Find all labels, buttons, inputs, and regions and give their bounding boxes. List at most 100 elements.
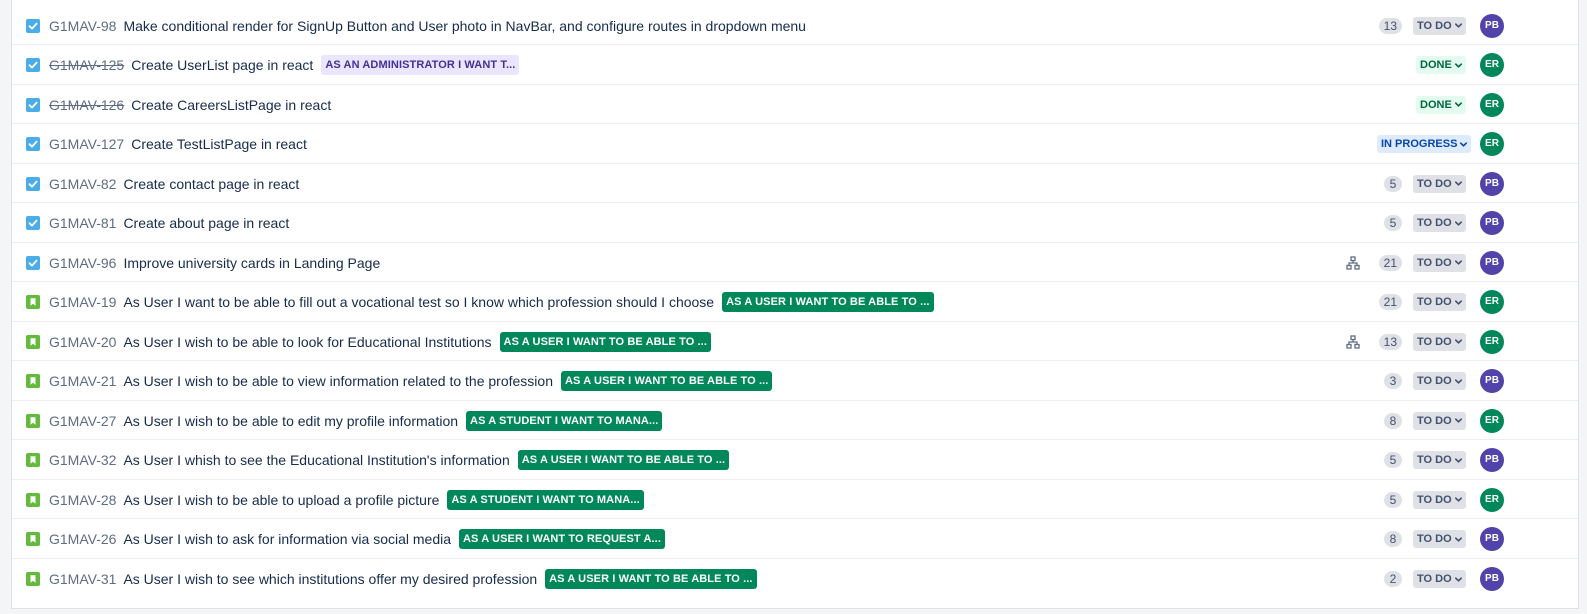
epic-lozenge[interactable]: AS A STUDENT I WANT TO MANA... [466,410,663,431]
status-dropdown[interactable]: TO DO [1413,530,1466,548]
issue-content: G1MAV-31 As User I wish to see which inst… [49,559,757,599]
issue-key[interactable]: G1MAV-28 [49,492,116,508]
issue-content: G1MAV-32 As User I whish to see the Educa… [49,440,730,480]
issue-summary[interactable]: As User I wish to be able to look for Ed… [123,334,491,350]
status-dropdown[interactable]: TO DO [1413,372,1466,390]
assignee-avatar[interactable]: PB [1480,527,1504,551]
epic-lozenge[interactable]: AS A USER I WANT TO BE ABLE TO ... [722,292,934,312]
backlog-row-g1mav-26[interactable]: G1MAV-26 As User I wish to ask for inform… [12,519,1578,559]
backlog-issue-list: G1MAV-98 Make conditional render for Sign… [11,0,1579,609]
assignee-avatar[interactable]: PB [1480,250,1504,275]
issue-key[interactable]: G1MAV-26 [49,531,116,547]
issue-key[interactable]: G1MAV-125 [49,57,124,73]
assignee-avatar[interactable]: ER [1480,92,1504,117]
epic-lozenge[interactable]: AS A USER I WANT TO REQUEST A... [459,529,665,549]
status-dropdown[interactable]: TO DO [1413,174,1466,193]
issue-key[interactable]: G1MAV-82 [49,176,116,192]
issue-summary[interactable]: As User I wish to be able to upload a pr… [123,492,439,508]
assignee-avatar[interactable]: ER [1480,408,1504,433]
assignee-avatar[interactable]: PB [1480,171,1504,196]
assignee-avatar[interactable]: ER [1480,53,1504,77]
status-dropdown[interactable]: TO DO [1413,451,1466,469]
assignee-avatar[interactable]: PB [1480,567,1504,591]
story-points-badge: 5 [1384,175,1402,192]
chevron-down-icon [1454,497,1462,502]
backlog-row-g1mav-127[interactable]: G1MAV-127 Create TestListPage in react IN … [12,124,1578,164]
task-icon [26,176,40,191]
epic-lozenge[interactable]: AS A USER I WANT TO BE ABLE TO ... [499,331,711,352]
issue-content: G1MAV-96 Improve university cards in Land… [49,243,380,282]
status-dropdown[interactable]: TO DO [1413,16,1466,35]
backlog-row-g1mav-21[interactable]: G1MAV-21 As User I wish to be able to vie… [12,361,1578,401]
status-dropdown[interactable]: DONE [1416,95,1466,114]
backlog-row-g1mav-96[interactable]: G1MAV-96 Improve university cards in Land… [12,243,1578,282]
issue-summary[interactable]: Improve university cards in Landing Page [123,255,380,271]
assignee-avatar[interactable]: ER [1480,329,1504,354]
chevron-down-icon [1454,576,1462,582]
issue-summary[interactable]: Create TestListPage in react [131,136,307,152]
issue-summary[interactable]: As User I wish to be able to edit my pro… [123,413,458,429]
issue-key[interactable]: G1MAV-27 [49,413,116,429]
backlog-row-g1mav-82[interactable]: G1MAV-82 Create contact page in react 5 TO … [12,164,1578,203]
assignee-avatar[interactable]: PB [1480,13,1504,38]
epic-lozenge[interactable]: AS A USER I WANT TO BE ABLE TO ... [545,569,757,589]
assignee-avatar[interactable]: ER [1480,290,1504,314]
backlog-row-g1mav-125[interactable]: G1MAV-125 Create UserList page in react AS… [12,45,1578,85]
assignee-avatar[interactable]: ER [1480,487,1504,512]
issue-key[interactable]: G1MAV-81 [49,215,116,231]
issue-key[interactable]: G1MAV-96 [49,255,116,271]
issue-content: G1MAV-26 As User I wish to ask for inform… [49,519,665,559]
assignee-avatar[interactable]: PB [1480,369,1504,393]
epic-lozenge[interactable]: AS A USER I WANT TO BE ABLE TO ... [517,450,730,470]
issue-summary[interactable]: As User I wish to ask for information vi… [123,531,451,547]
issue-summary[interactable]: Make conditional render for SignUp Butto… [123,18,806,34]
story-points-badge: 8 [1384,531,1402,547]
backlog-row-g1mav-32[interactable]: G1MAV-32 As User I whish to see the Educa… [12,440,1578,480]
issue-content: G1MAV-126 Create CareersListPage in react [49,85,331,124]
status-dropdown[interactable]: TO DO [1413,293,1466,311]
status-dropdown[interactable]: TO DO [1413,332,1466,351]
backlog-row-g1mav-31[interactable]: G1MAV-31 As User I wish to see which inst… [12,559,1578,599]
epic-lozenge[interactable]: AS A STUDENT I WANT TO MANA... [447,489,644,510]
issue-key[interactable]: G1MAV-32 [49,452,116,468]
issue-key[interactable]: G1MAV-31 [49,571,116,587]
status-dropdown[interactable]: TO DO [1413,253,1466,272]
backlog-row-g1mav-81[interactable]: G1MAV-81 Create about page in react 5 TO DO… [12,203,1578,243]
issue-summary[interactable]: Create CareersListPage in react [131,97,331,113]
issue-content: G1MAV-28 As User I wish to be able to upl… [49,480,644,519]
issue-key[interactable]: G1MAV-126 [49,97,124,113]
backlog-row-g1mav-19[interactable]: G1MAV-19 As User I want to be able to fil… [12,282,1578,322]
issue-summary[interactable]: As User I want to be able to fill out a … [123,294,714,310]
backlog-row-g1mav-98[interactable]: G1MAV-98 Make conditional render for Sign… [12,6,1578,45]
issue-summary[interactable]: Create about page in react [123,215,289,231]
status-dropdown[interactable]: TO DO [1413,490,1466,509]
backlog-row-g1mav-126[interactable]: G1MAV-126 Create CareersListPage in react… [12,85,1578,124]
backlog-row-g1mav-20[interactable]: G1MAV-20 As User I wish to be able to loo… [12,322,1578,361]
status-dropdown[interactable]: IN PROGRESS [1377,135,1472,153]
status-dropdown[interactable]: DONE [1416,56,1466,74]
assignee-avatar[interactable]: ER [1480,132,1504,156]
assignee-avatar[interactable]: PB [1480,211,1504,235]
epic-lozenge[interactable]: AS A USER I WANT TO BE ABLE TO ... [561,371,773,391]
issue-key[interactable]: G1MAV-21 [49,373,116,389]
issue-summary[interactable]: As User I wish to be able to view inform… [123,373,553,389]
status-dropdown[interactable]: TO DO [1413,570,1466,588]
issue-key[interactable]: G1MAV-19 [49,294,116,310]
issue-key[interactable]: G1MAV-20 [49,334,116,350]
child-issues-icon[interactable] [1346,255,1360,270]
child-issues-icon[interactable] [1346,334,1360,349]
issue-summary[interactable]: As User I whish to see the Educational I… [123,452,509,468]
issue-summary[interactable]: As User I wish to see which institutions… [123,571,537,587]
backlog-row-g1mav-28[interactable]: G1MAV-28 As User I wish to be able to upl… [12,480,1578,519]
backlog-row-g1mav-27[interactable]: G1MAV-27 As User I wish to be able to edi… [12,401,1578,440]
status-dropdown[interactable]: TO DO [1413,411,1466,430]
issue-summary[interactable]: Create UserList page in react [131,57,313,73]
assignee-avatar[interactable]: PB [1480,448,1504,472]
issue-key[interactable]: G1MAV-98 [49,18,116,34]
status-dropdown[interactable]: TO DO [1413,214,1466,232]
issue-key[interactable]: G1MAV-127 [49,136,124,152]
story-icon [26,334,40,349]
task-icon [26,97,40,112]
issue-summary[interactable]: Create contact page in react [123,176,299,192]
epic-lozenge[interactable]: AS AN ADMINISTRATOR I WANT T... [321,55,520,75]
